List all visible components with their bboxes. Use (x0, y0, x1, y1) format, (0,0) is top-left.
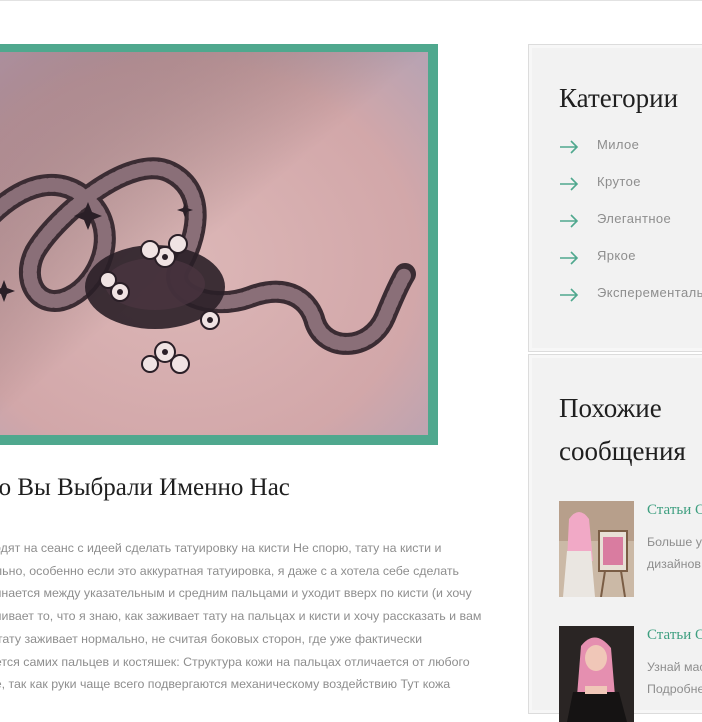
category-item-krutoe[interactable]: Крутое (559, 174, 702, 211)
categories-title: Категории (559, 83, 679, 113)
category-item-eksperimentalnoe[interactable]: Эксперементальное (559, 285, 702, 322)
article-line: ается самих пальцев и костяшек: Структур… (0, 654, 470, 669)
post-excerpt: Больше у (647, 535, 702, 549)
post-category-link[interactable]: Статьи О (647, 627, 702, 644)
category-item-miloe[interactable]: Милое (559, 137, 702, 174)
article-line: вливает то, что я знаю, как заживает тат… (0, 609, 482, 624)
related-post[interactable]: Статьи О Больше у дизайнов (559, 501, 702, 597)
category-label: Крутое (597, 174, 641, 189)
category-label: Элегантное (597, 211, 672, 226)
category-label: Эксперементальное (597, 285, 702, 300)
article-line: чинается между указательным и средним па… (0, 586, 472, 601)
related-posts-widget: Похожие сообщения Статьи О Больше у диза… (528, 354, 702, 722)
featured-image-frame (0, 44, 438, 445)
related-title-line2: сообщения (559, 436, 686, 466)
arrow-right-icon (560, 177, 579, 191)
arrow-right-icon (560, 214, 579, 228)
article-line: ходят на сеанс с идеей сделать татуировк… (0, 541, 442, 555)
post-excerpt: Узнай мас (647, 660, 702, 674)
categories-widget: Категории Милое Крутое Элегантное Яркое … (528, 44, 702, 352)
article-line: ильно, особенно если это аккуратная тату… (0, 563, 459, 578)
post-thumbnail[interactable] (559, 626, 634, 722)
post-category-link[interactable]: Статьи О (647, 502, 702, 519)
related-title-line1: Похожие (559, 393, 662, 423)
post-excerpt: дизайнов (647, 557, 701, 571)
category-item-yarkoe[interactable]: Яркое (559, 248, 702, 285)
article-line: к тату заживает нормально, не считая бок… (0, 631, 423, 646)
article-line: пе, так как руки чаще всего подвергаются… (0, 677, 451, 692)
header-divider (0, 0, 702, 1)
article-title: то Вы Выбрали Именно Нас (0, 474, 290, 501)
category-label: Милое (597, 137, 640, 152)
category-item-elegantnoe[interactable]: Элегантное (559, 211, 702, 248)
article-body: ходят на сеанс с идеей сделать татуировк… (0, 537, 493, 696)
post-thumbnail[interactable] (559, 501, 634, 597)
category-label: Яркое (597, 248, 636, 263)
arrow-right-icon (560, 140, 579, 154)
arrow-right-icon (560, 288, 579, 302)
related-post[interactable]: Статьи О Узнай мас Подробне (559, 626, 702, 722)
categories-list: Милое Крутое Элегантное Яркое Эксперемен… (559, 137, 702, 322)
arrow-right-icon (560, 251, 579, 265)
featured-image[interactable] (0, 52, 428, 435)
post-excerpt: Подробне (647, 682, 702, 696)
